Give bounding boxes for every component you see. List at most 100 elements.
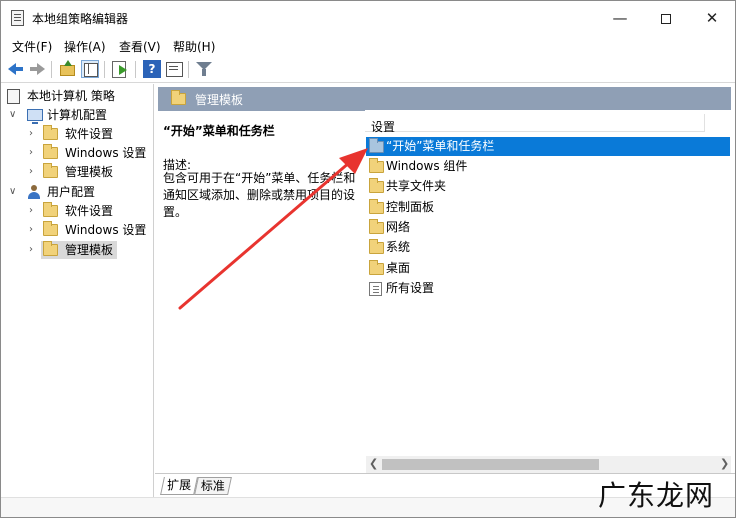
maximize-button[interactable] [643,1,689,35]
folder-icon [369,260,384,275]
tree-computer-config[interactable]: ∨ 计算机配置 [7,106,147,124]
watermark-text: 广东龙网 [598,479,715,512]
tree-computer-windows[interactable]: › Windows 设置 [27,144,152,162]
list-item[interactable]: “开始”菜单和任务栏 [366,137,730,156]
tree-computer-software[interactable]: › 软件设置 [27,125,147,143]
scroll-left-icon[interactable]: ❮ [369,457,378,470]
details-area: 管理模板 “开始”菜单和任务栏 描述: 包含可用于在“开始”菜单、任务栏和通知区… [155,84,735,497]
chevron-down-icon[interactable]: ∨ [9,183,19,201]
tree-user-config[interactable]: ∨ 用户配置 [7,183,147,201]
tree-node-label: 管理模板 [65,165,114,179]
tree-user-label: 用户配置 [47,185,96,199]
column-divider[interactable] [704,114,705,132]
details-header-title: 管理模板 [195,93,244,107]
tab-extended[interactable]: 扩展 [160,477,198,495]
navigation-tree: 本地计算机 策略 ∨ 计算机配置 › 软件设置 › Windows 设置 › 管… [1,84,154,497]
group-policy-editor-window: 本地组策略编辑器 — ✕ 文件(F) 操作(A) 查看(V) 帮助(H) ? 本… [0,0,736,518]
computer-icon [27,109,43,124]
menu-file[interactable]: 文件(F) [12,38,52,55]
list-item[interactable]: 系统 [366,238,730,257]
tree-node-label: Windows 设置 [65,146,147,160]
maximize-icon [661,13,671,24]
list-item-label: Windows 组件 [386,159,468,173]
folder-icon [171,90,186,105]
folder-icon [369,199,384,214]
tab-extended-label: 扩展 [167,478,192,492]
folder-icon [43,221,58,236]
scroll-right-icon[interactable]: ❯ [720,457,729,470]
filter-icon[interactable] [195,60,213,78]
tree-root[interactable]: 本地计算机 策略 [7,87,147,105]
tree-node-label: 软件设置 [65,204,114,218]
list-item-label: 网络 [386,220,411,234]
list-item-label: 控制面板 [386,200,435,214]
chevron-right-icon[interactable]: › [29,144,39,162]
description-title: “开始”菜单和任务栏 [163,124,275,138]
close-button[interactable]: ✕ [689,1,735,35]
folder-icon [369,178,384,193]
policy-icon [7,89,20,104]
tree-user-windows[interactable]: › Windows 设置 [27,221,152,239]
description-text: 包含可用于在“开始”菜单、任务栏和通知区域添加、删除或禁用项目的设置。 [163,171,356,219]
list-item[interactable]: 共享文件夹 [366,177,730,196]
list-item-label: 共享文件夹 [386,179,447,193]
policy-editor-app-icon [11,10,24,26]
list-item-label: “开始”菜单和任务栏 [386,139,495,153]
list-header: 设置 [365,110,705,135]
tree-user-software[interactable]: › 软件设置 [27,202,147,220]
list-item[interactable]: 网络 [366,218,730,237]
menu-bar: 文件(F) 操作(A) 查看(V) 帮助(H) [1,35,735,57]
list-item[interactable]: 桌面 [366,259,730,278]
toolbar-separator [135,61,136,78]
help-icon[interactable]: ? [143,60,161,78]
settings-list: 设置 “开始”菜单和任务栏 Windows 组件 共享文件夹 控制面板 网络 系… [365,110,731,473]
list-item[interactable]: 所有设置 [366,279,730,298]
tab-standard-label: 标准 [200,479,225,493]
chevron-right-icon[interactable]: › [29,221,39,239]
menu-help[interactable]: 帮助(H) [173,38,215,55]
menu-view[interactable]: 查看(V) [119,38,161,55]
window-title: 本地组策略编辑器 [32,12,129,26]
chevron-right-icon[interactable]: › [29,163,39,181]
user-icon [27,185,41,200]
up-folder-icon[interactable] [59,60,77,78]
chevron-right-icon[interactable]: › [29,202,39,220]
scrollbar-thumb[interactable] [382,459,599,470]
forward-arrow-icon[interactable] [28,60,46,78]
list-item[interactable]: Windows 组件 [366,157,730,176]
toolbar-separator [104,61,105,78]
title-bar: 本地组策略编辑器 — ✕ [1,1,735,35]
folder-icon [43,241,58,256]
folder-icon [369,239,384,254]
tree-node-label: Windows 设置 [65,223,147,237]
tree-computer-admin-templates[interactable]: › 管理模板 [27,163,147,181]
folder-icon [43,202,58,217]
folder-icon [369,138,384,153]
tree-node-label: 软件设置 [65,127,114,141]
list-item-label: 所有设置 [386,281,435,295]
tree-computer-label: 计算机配置 [47,108,108,122]
tree-root-label: 本地计算机 策略 [27,89,115,103]
chevron-right-icon[interactable]: › [29,241,39,259]
export-list-icon[interactable] [111,60,129,78]
toolbar-separator [51,61,52,78]
list-item[interactable]: 控制面板 [366,198,730,217]
minimize-button[interactable]: — [597,1,643,35]
folder-icon [369,158,384,173]
toolbar-separator [188,61,189,78]
tree-user-admin-templates[interactable]: › 管理模板 [27,241,147,259]
all-settings-icon [369,282,382,296]
chevron-right-icon[interactable]: › [29,125,39,143]
tab-standard[interactable]: 标准 [194,477,232,495]
toolbar: ? [1,57,735,83]
tree-node-label: 管理模板 [65,243,114,257]
properties-icon[interactable] [165,60,183,78]
horizontal-scrollbar[interactable]: ❮ ❯ [366,456,731,473]
chevron-down-icon[interactable]: ∨ [9,106,19,124]
back-arrow-icon[interactable] [7,60,25,78]
column-header-settings[interactable]: 设置 [371,118,395,135]
show-hide-tree-icon[interactable] [81,60,99,78]
menu-action[interactable]: 操作(A) [64,38,106,55]
details-header: 管理模板 [158,87,731,111]
folder-icon [43,163,58,178]
